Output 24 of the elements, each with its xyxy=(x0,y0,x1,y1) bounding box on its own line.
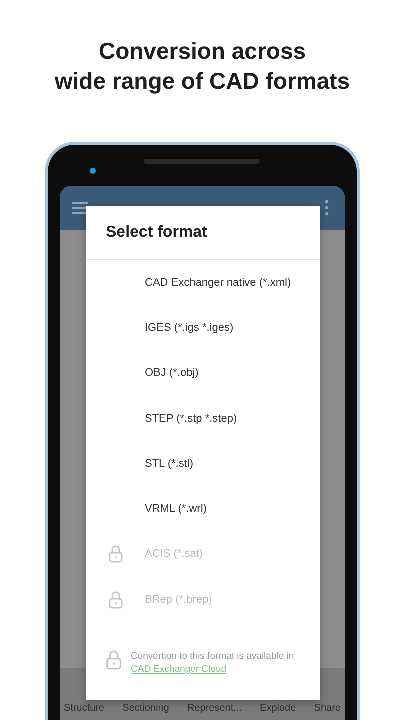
lock-icon xyxy=(109,545,123,564)
camera-icon xyxy=(90,168,96,174)
format-item[interactable]: BRep (*.brep) xyxy=(86,577,320,622)
nav-tab[interactable]: Represent... xyxy=(187,703,242,714)
nav-tab[interactable]: Structure xyxy=(64,703,105,714)
dialog-title: Select format xyxy=(86,206,320,260)
lock-icon xyxy=(109,590,123,609)
headline: wide range of CAD formats xyxy=(54,67,350,96)
format-item[interactable]: STL (*.stl) xyxy=(86,441,320,486)
format-item[interactable]: ACIS (*.sat) xyxy=(86,532,320,578)
headline: Conversion across xyxy=(98,37,306,66)
format-item[interactable]: VRML (*.wrl) xyxy=(86,486,320,532)
format-item[interactable]: STEP (*.stp *.step) xyxy=(86,396,320,442)
lock-icon xyxy=(106,650,122,670)
format-item[interactable]: IGES (*.igs *.iges) xyxy=(86,305,320,351)
format-item[interactable]: CAD Exchanger native (*.xml) xyxy=(86,260,320,306)
nav-tab[interactable]: Sectioning xyxy=(122,703,170,714)
format-item[interactable]: OBJ (*.obj) xyxy=(86,350,320,396)
cloud-link[interactable]: CAD Exchanger Cloud xyxy=(131,664,227,675)
upgrade-note: Convertion to this format is available in CAD Exchanger Cloud xyxy=(131,650,294,676)
more-icon[interactable] xyxy=(325,200,329,216)
menu-icon[interactable] xyxy=(72,202,88,214)
nav-tab[interactable]: Explode xyxy=(260,703,296,714)
nav-tab[interactable]: Share xyxy=(314,703,341,714)
